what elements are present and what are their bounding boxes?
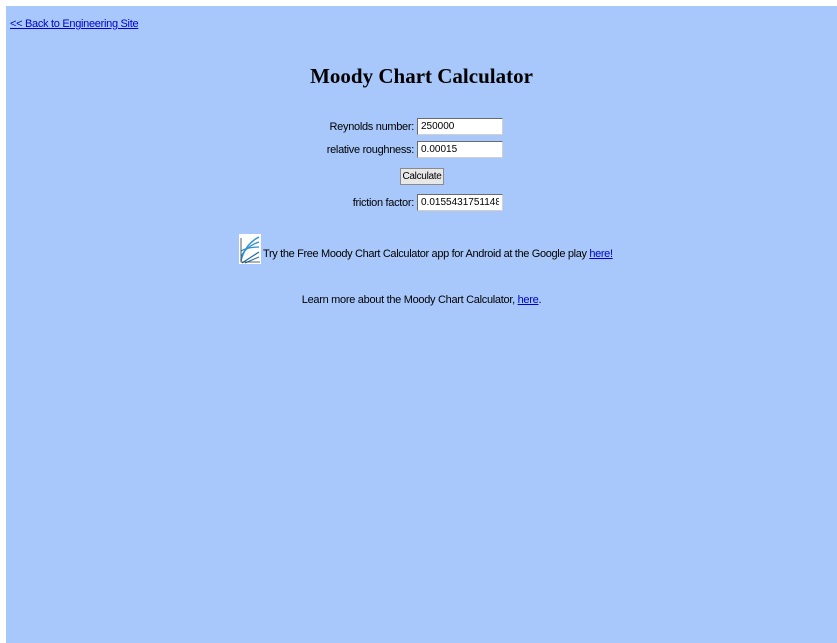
- reynolds-row: Reynolds number:: [6, 118, 837, 135]
- back-to-engineering-site-link[interactable]: << Back to Engineering Site: [10, 18, 139, 30]
- roughness-row: relative roughness:: [6, 141, 837, 158]
- friction-output[interactable]: [417, 194, 503, 211]
- friction-label: friction factor:: [352, 196, 415, 209]
- reynolds-label: Reynolds number:: [329, 120, 415, 133]
- page-body: << Back to Engineering Site Moody Chart …: [6, 6, 837, 643]
- learn-more-period: .: [538, 294, 542, 306]
- android-app-promo: Try the Free Moody Chart Calculator app …: [239, 234, 613, 264]
- moody-chart-app-icon: [239, 234, 261, 264]
- google-play-link[interactable]: here!: [589, 248, 613, 260]
- roughness-input[interactable]: [417, 141, 503, 158]
- calculate-button[interactable]: Calculate: [400, 168, 444, 185]
- page-title: Moody Chart Calculator: [310, 64, 533, 88]
- learn-more-link[interactable]: here: [518, 294, 539, 306]
- roughness-label: relative roughness:: [326, 143, 415, 156]
- app-promo-text: Try the Free Moody Chart Calculator app …: [263, 248, 587, 260]
- reynolds-input[interactable]: [417, 118, 503, 135]
- learn-more-text: Learn more about the Moody Chart Calcula…: [301, 294, 515, 306]
- friction-row: friction factor:: [6, 194, 837, 211]
- learn-more-line: Learn more about the Moody Chart Calcula…: [6, 294, 837, 306]
